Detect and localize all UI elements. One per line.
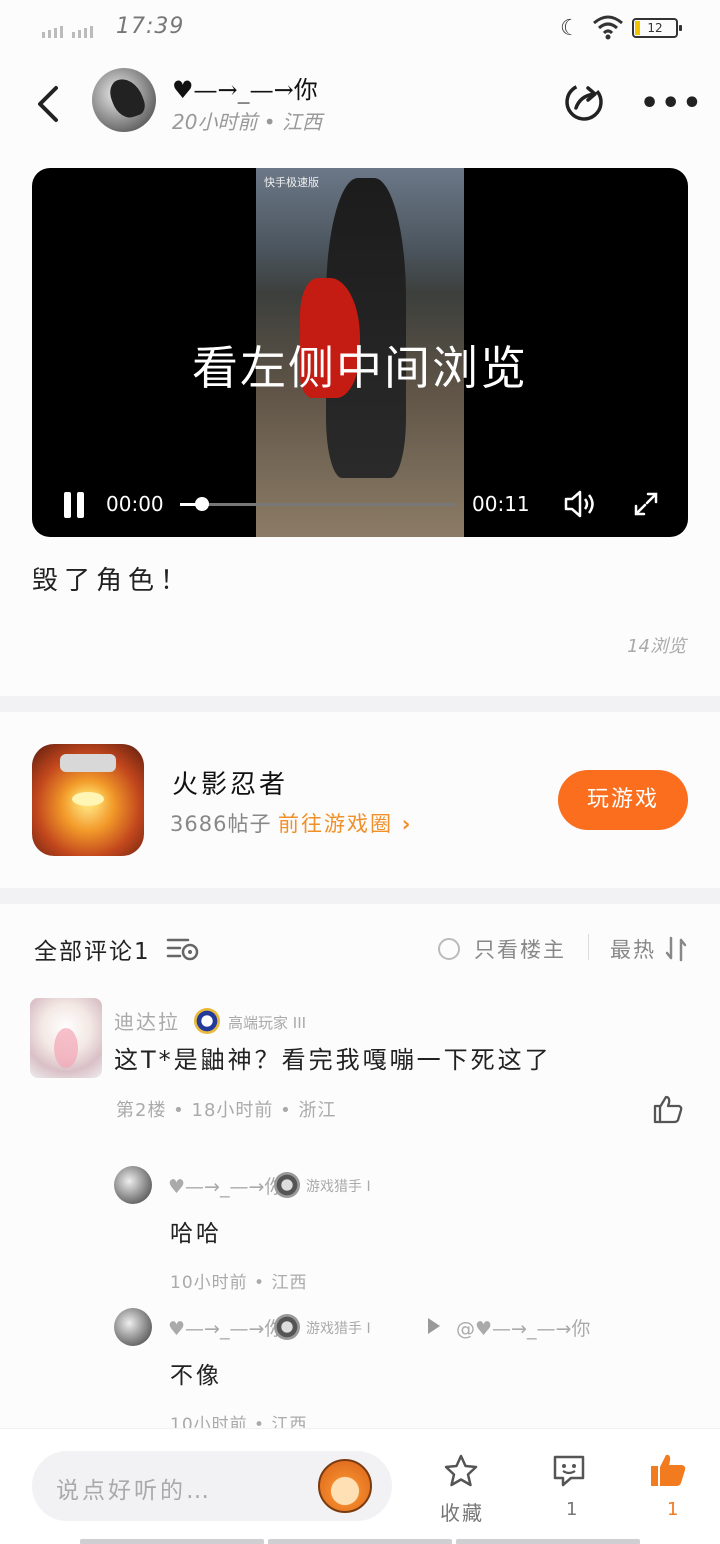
video-controls: 00:00 00:11 bbox=[32, 484, 688, 524]
goto-game-circle-link[interactable]: 前往游戏圈 › bbox=[278, 808, 412, 838]
wifi-icon bbox=[593, 15, 623, 40]
reply-level: 游戏猎手 I bbox=[306, 1321, 371, 1337]
game-post-count: 3686帖子 bbox=[170, 812, 272, 836]
more-options-icon[interactable]: ••• bbox=[640, 86, 704, 121]
game-icon[interactable] bbox=[32, 744, 144, 856]
sort-icon[interactable] bbox=[664, 936, 688, 962]
reply-level: 游戏猎手 I bbox=[306, 1179, 371, 1195]
commenter-avatar[interactable] bbox=[30, 998, 102, 1078]
reply-name[interactable]: ♥—→_—→你 bbox=[168, 1172, 283, 1199]
thumbs-up-icon[interactable] bbox=[652, 1094, 684, 1124]
divider bbox=[588, 934, 589, 960]
reply-meta: 10小时前 • 江西 bbox=[170, 1273, 308, 1293]
only-host-radio[interactable] bbox=[438, 938, 460, 960]
comment-count: 1 bbox=[566, 1499, 578, 1520]
reply-to-arrow-icon bbox=[428, 1318, 440, 1334]
volume-icon[interactable] bbox=[562, 488, 598, 520]
goto-game-circle-label: 前往游戏圈 bbox=[278, 812, 393, 836]
star-icon[interactable] bbox=[442, 1453, 480, 1489]
like-count: 1 bbox=[667, 1499, 679, 1520]
video-duration: 00:11 bbox=[472, 492, 530, 516]
system-nav-bar bbox=[80, 1539, 640, 1544]
section-divider bbox=[0, 696, 720, 712]
post-text: 毁了角色！ bbox=[32, 566, 193, 596]
play-game-button[interactable]: 玩游戏 bbox=[558, 770, 688, 830]
thumbs-up-filled-icon[interactable] bbox=[648, 1451, 688, 1489]
comment-bubble-icon[interactable] bbox=[550, 1453, 588, 1489]
comment-input[interactable]: 说点好听的… bbox=[32, 1451, 392, 1521]
reply-avatar[interactable] bbox=[114, 1308, 152, 1346]
video-watermark: 快手极速版 bbox=[264, 176, 319, 189]
reply-name[interactable]: ♥—→_—→你 bbox=[168, 1314, 283, 1341]
pause-icon[interactable] bbox=[62, 492, 86, 518]
fullscreen-icon[interactable] bbox=[632, 490, 660, 518]
status-time: 17:39 bbox=[116, 14, 185, 39]
reply-text[interactable]: 哈哈 bbox=[170, 1214, 222, 1248]
sort-hot-button[interactable]: 最热 bbox=[610, 934, 656, 964]
comment-input-placeholder: 说点好听的… bbox=[56, 1478, 212, 1504]
comment-meta: 第2楼 • 18小时前 • 浙江 bbox=[116, 1100, 337, 1121]
video-overlay-text: 看左侧中间浏览 bbox=[192, 341, 528, 395]
author-name[interactable]: ♥—→_—→你 bbox=[172, 70, 318, 105]
bottom-action-bar: 说点好听的… 收藏 1 1 bbox=[0, 1428, 720, 1544]
signal-icon bbox=[42, 26, 93, 38]
commenter-level: 高端玩家 III bbox=[228, 1014, 307, 1032]
filter-icon[interactable] bbox=[166, 934, 200, 962]
share-icon[interactable] bbox=[562, 80, 606, 124]
only-host-label[interactable]: 只看楼主 bbox=[474, 934, 566, 964]
video-player[interactable]: 快手极速版 看左侧中间浏览 00:00 00:11 bbox=[32, 168, 688, 537]
video-current-time: 00:00 bbox=[106, 492, 164, 516]
video-progress-knob[interactable] bbox=[195, 497, 210, 511]
level-badge-icon bbox=[274, 1172, 300, 1198]
commenter-name[interactable]: 迪达拉 bbox=[114, 1006, 180, 1035]
level-badge-icon bbox=[274, 1314, 300, 1340]
section-divider bbox=[0, 888, 720, 904]
back-arrow-icon[interactable] bbox=[30, 82, 70, 126]
comments-title: 全部评论1 bbox=[34, 939, 151, 965]
comment-text[interactable]: 这T*是鼬神？看完我嘎嘣一下死这了 bbox=[114, 1040, 552, 1075]
reply-text[interactable]: 不像 bbox=[170, 1356, 222, 1390]
view-count: 14浏览 bbox=[627, 636, 686, 657]
favorite-label[interactable]: 收藏 bbox=[440, 1497, 484, 1526]
level-badge-icon bbox=[194, 1008, 220, 1034]
post-meta: 20小时前 • 江西 bbox=[172, 110, 322, 134]
video-progress-bar[interactable] bbox=[180, 497, 456, 511]
author-avatar[interactable] bbox=[92, 68, 156, 132]
reply-avatar[interactable] bbox=[114, 1166, 152, 1204]
reply-to-user[interactable]: @♥—→_—→你 bbox=[456, 1314, 590, 1341]
battery-icon: 12 bbox=[632, 18, 682, 38]
chevron-right-icon: › bbox=[401, 812, 413, 836]
game-name[interactable]: 火影忍者 bbox=[172, 764, 288, 801]
moon-icon: ☾ bbox=[560, 16, 580, 41]
status-bar: 17:39 ☾ 12 bbox=[0, 0, 720, 56]
mascot-emoji-icon[interactable] bbox=[318, 1459, 372, 1513]
